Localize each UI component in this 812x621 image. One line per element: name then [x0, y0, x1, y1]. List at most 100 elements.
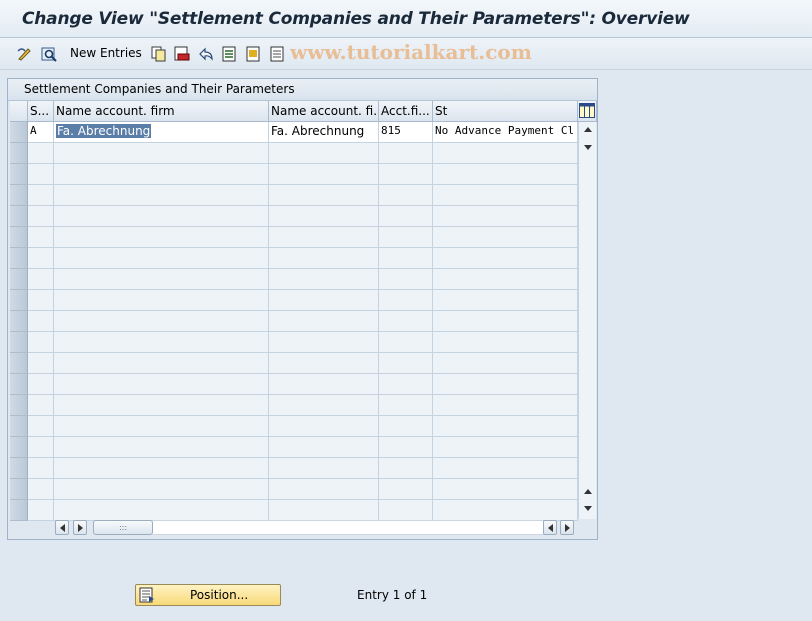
empty-cell[interactable]	[269, 437, 379, 458]
row-selector[interactable]	[10, 332, 28, 353]
empty-cell[interactable]	[269, 185, 379, 206]
empty-cell[interactable]	[379, 332, 433, 353]
empty-cell[interactable]	[379, 353, 433, 374]
row-selector[interactable]	[10, 290, 28, 311]
empty-cell[interactable]	[379, 395, 433, 416]
delete-icon[interactable]	[173, 45, 191, 63]
empty-cell[interactable]	[269, 500, 379, 521]
empty-cell[interactable]	[54, 311, 269, 332]
undo-icon[interactable]	[197, 45, 215, 63]
row-selector[interactable]	[10, 458, 28, 479]
empty-cell[interactable]	[269, 248, 379, 269]
empty-cell[interactable]	[433, 374, 578, 395]
empty-cell[interactable]	[54, 479, 269, 500]
empty-cell[interactable]	[28, 311, 54, 332]
empty-cell[interactable]	[54, 269, 269, 290]
empty-cell[interactable]	[433, 479, 578, 500]
empty-cell[interactable]	[28, 500, 54, 521]
row-selector[interactable]	[10, 437, 28, 458]
row-selector[interactable]	[10, 122, 28, 143]
row-selector[interactable]	[10, 248, 28, 269]
cell-name-fi[interactable]: Fa. Abrechnung	[269, 122, 379, 143]
empty-cell[interactable]	[379, 143, 433, 164]
empty-cell[interactable]	[54, 185, 269, 206]
empty-cell[interactable]	[269, 311, 379, 332]
empty-cell[interactable]	[269, 290, 379, 311]
cell-name-firm[interactable]: Fa. Abrechnung	[54, 122, 269, 143]
empty-cell[interactable]	[433, 248, 578, 269]
empty-cell[interactable]	[28, 479, 54, 500]
empty-cell[interactable]	[433, 206, 578, 227]
scroll-left-button[interactable]	[55, 520, 69, 535]
column-header-name-firm[interactable]: Name account. firm	[54, 101, 269, 122]
empty-cell[interactable]	[54, 248, 269, 269]
new-entries-button[interactable]: New Entries	[70, 46, 142, 60]
row-selector[interactable]	[10, 500, 28, 521]
empty-cell[interactable]	[28, 269, 54, 290]
empty-cell[interactable]	[28, 143, 54, 164]
empty-cell[interactable]	[379, 269, 433, 290]
empty-cell[interactable]	[28, 416, 54, 437]
empty-cell[interactable]	[54, 395, 269, 416]
empty-cell[interactable]	[28, 164, 54, 185]
scroll-right-step-button[interactable]	[73, 520, 87, 535]
display-change-icon[interactable]	[16, 45, 34, 63]
empty-cell[interactable]	[433, 227, 578, 248]
row-selector[interactable]	[10, 374, 28, 395]
empty-cell[interactable]	[379, 479, 433, 500]
empty-cell[interactable]	[433, 185, 578, 206]
column-settings-button[interactable]	[578, 101, 597, 122]
empty-cell[interactable]	[379, 227, 433, 248]
scroll-track[interactable]	[153, 520, 543, 535]
empty-cell[interactable]	[54, 227, 269, 248]
empty-cell[interactable]	[54, 416, 269, 437]
scroll-thumb[interactable]: :::	[93, 520, 153, 535]
empty-cell[interactable]	[269, 269, 379, 290]
empty-cell[interactable]	[269, 332, 379, 353]
empty-cell[interactable]	[269, 458, 379, 479]
empty-cell[interactable]	[28, 353, 54, 374]
empty-cell[interactable]	[433, 437, 578, 458]
empty-cell[interactable]	[54, 143, 269, 164]
empty-cell[interactable]	[269, 227, 379, 248]
empty-cell[interactable]	[433, 143, 578, 164]
row-selector[interactable]	[10, 353, 28, 374]
select-all-icon[interactable]	[221, 45, 239, 63]
empty-cell[interactable]	[433, 164, 578, 185]
row-selector[interactable]	[10, 143, 28, 164]
empty-cell[interactable]	[379, 206, 433, 227]
details-icon[interactable]	[40, 45, 58, 63]
row-selector[interactable]	[10, 227, 28, 248]
empty-cell[interactable]	[379, 458, 433, 479]
empty-cell[interactable]	[433, 332, 578, 353]
empty-cell[interactable]	[28, 374, 54, 395]
empty-cell[interactable]	[54, 437, 269, 458]
select-all-header[interactable]	[10, 101, 28, 122]
empty-cell[interactable]	[269, 479, 379, 500]
empty-cell[interactable]	[269, 143, 379, 164]
scroll-page-up-icon[interactable]	[583, 487, 593, 495]
position-button[interactable]: Position...	[135, 584, 281, 606]
empty-cell[interactable]	[28, 437, 54, 458]
empty-cell[interactable]	[433, 458, 578, 479]
empty-cell[interactable]	[433, 311, 578, 332]
row-selector[interactable]	[10, 206, 28, 227]
column-header-name-fi[interactable]: Name account. fi...	[269, 101, 379, 122]
empty-cell[interactable]	[379, 248, 433, 269]
empty-cell[interactable]	[54, 374, 269, 395]
empty-cell[interactable]	[433, 395, 578, 416]
empty-cell[interactable]	[433, 290, 578, 311]
column-header-st[interactable]: St	[433, 101, 578, 122]
deselect-all-icon[interactable]	[269, 45, 287, 63]
empty-cell[interactable]	[379, 374, 433, 395]
row-selector[interactable]	[10, 311, 28, 332]
empty-cell[interactable]	[28, 206, 54, 227]
empty-cell[interactable]	[54, 353, 269, 374]
empty-cell[interactable]	[28, 227, 54, 248]
scroll-page-down-icon[interactable]	[583, 505, 593, 513]
empty-cell[interactable]	[269, 374, 379, 395]
vertical-scrollbar[interactable]	[578, 122, 596, 519]
empty-cell[interactable]	[379, 500, 433, 521]
cell-st[interactable]: No Advance Payment Cl	[433, 122, 578, 143]
column-header-acct[interactable]: Acct.fi...	[379, 101, 433, 122]
